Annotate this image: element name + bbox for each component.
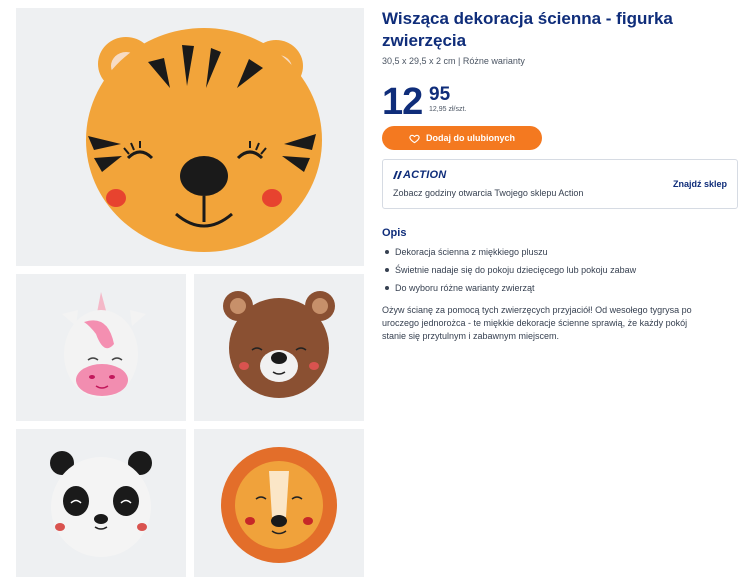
bullet-item: Świetnie nadaje się do pokoju dziecięceg…: [382, 264, 636, 282]
description-bullets: Dekoracja ścienna z miękkiego pluszu Świ…: [382, 246, 636, 300]
thumbnail-lion[interactable]: [194, 429, 364, 577]
action-logo-text: ACTION: [403, 169, 447, 181]
store-info-box: ACTION Zobacz godziny otwarcia Twojego s…: [382, 159, 738, 209]
tiger-decoration-image: [86, 28, 322, 252]
main-product-image[interactable]: [16, 8, 364, 266]
product-dimensions: 30,5 x 29,5 x 2 cm | Różne warianty: [382, 56, 525, 66]
price-decimal: 95: [429, 84, 451, 105]
add-to-favorites-label: Dodaj do ulubionych: [426, 133, 515, 143]
thumbnail-panda[interactable]: [16, 429, 186, 577]
unit-price: 12,95 zł/szt.: [429, 106, 467, 113]
bear-decoration-image: [223, 291, 335, 398]
action-logo: ACTION: [393, 168, 446, 182]
bullet-item: Dekoracja ścienna z miękkiego pluszu: [382, 246, 636, 264]
description-heading: Opis: [382, 227, 407, 239]
price-integer: 12: [382, 81, 423, 123]
action-logo-mark: [393, 171, 402, 179]
unicorn-decoration-image: [62, 292, 146, 398]
thumbnail-bear[interactable]: [194, 274, 364, 421]
add-to-favorites-button[interactable]: Dodaj do ulubionych: [382, 126, 542, 150]
lion-decoration-image: [221, 447, 337, 563]
thumbnail-unicorn[interactable]: [16, 274, 186, 421]
find-store-link[interactable]: Znajdź sklep: [673, 179, 727, 189]
panda-decoration-image: [50, 451, 152, 557]
heart-icon: [409, 134, 420, 143]
product-title: Wisząca dekoracja ścienna - figurka zwie…: [382, 9, 673, 50]
description-paragraph: Ożyw ścianę za pomocą tych zwierzęcych p…: [382, 305, 692, 341]
bullet-item: Do wyboru różne warianty zwierząt: [382, 282, 636, 300]
store-hours-text: Zobacz godziny otwarcia Twojego sklepu A…: [393, 188, 584, 198]
